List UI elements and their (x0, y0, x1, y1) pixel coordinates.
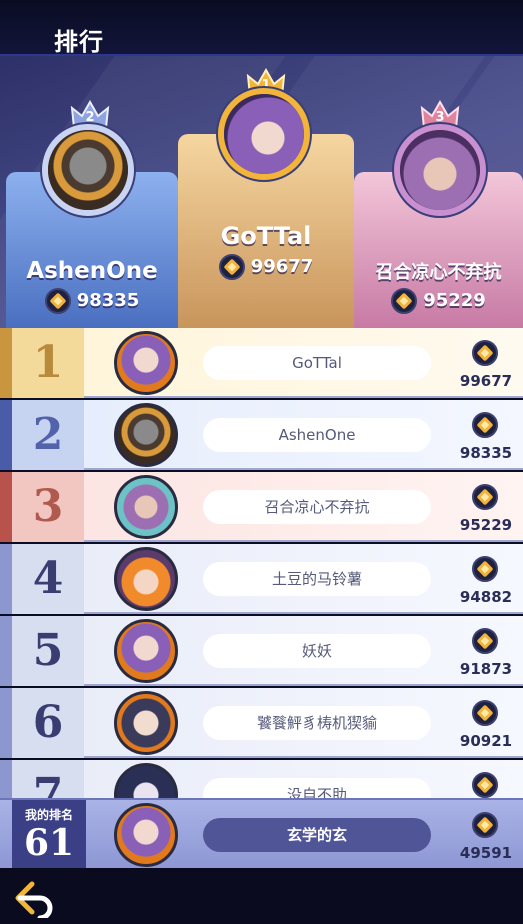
player-score: 94882 (459, 588, 513, 606)
rank-number: 1 (32, 337, 64, 388)
player-score: 99677 (459, 372, 513, 390)
podium-score: 99677 (178, 254, 354, 280)
player-score: 91873 (459, 660, 513, 678)
gem-icon (472, 628, 498, 654)
gem-icon (44, 288, 71, 314)
avatar[interactable] (114, 763, 178, 798)
player-name: 饕餮鮃豸梼机猰貐 (203, 706, 431, 740)
my-score: 49591 (459, 844, 513, 862)
ranking-list[interactable]: 1 GoTTal 99677 2 AshenOne 98335 3 召合凉心不弃… (0, 328, 523, 798)
avatar[interactable] (114, 691, 178, 755)
my-rank-number: 61 (23, 822, 75, 864)
avatar[interactable] (114, 803, 178, 867)
player-name: 召合凉心不弃抗 (203, 490, 431, 524)
gem-icon (472, 772, 498, 798)
my-name: 玄学的玄 (203, 818, 431, 852)
footer-bar (0, 868, 523, 924)
my-rank-bar: 我的排名 61 玄学的玄 49591 (0, 798, 523, 870)
player-name: AshenOne (203, 418, 431, 452)
player-score: 90921 (459, 732, 513, 750)
player-name: 没自不助 (203, 778, 431, 798)
player-score: 98335 (459, 444, 513, 462)
gem-icon (472, 700, 498, 726)
podium-score: 95229 (354, 288, 523, 314)
podium-score: 98335 (6, 288, 178, 314)
podium-name: 召合凉心不弃抗 (375, 262, 502, 283)
table-row[interactable]: 1 GoTTal 99677 (0, 328, 523, 398)
back-arrow-icon[interactable] (12, 878, 58, 921)
podium-panel: 2 AshenOne 98335 1 GoTTal 99677 3 召合凉心不弃… (0, 56, 523, 328)
gem-icon (472, 556, 498, 582)
table-row[interactable]: 7 没自不助 (0, 760, 523, 798)
player-name: 土豆的马铃薯 (203, 562, 431, 596)
table-row[interactable]: 3 召合凉心不弃抗 95229 (0, 472, 523, 542)
top-bar: 排行 (0, 0, 523, 56)
table-row[interactable]: 5 妖妖 91873 (0, 616, 523, 686)
page-title: 排行 (54, 28, 104, 56)
player-score: 95229 (459, 516, 513, 534)
avatar[interactable] (114, 475, 178, 539)
rank-number: 5 (32, 625, 64, 676)
gem-icon (472, 812, 498, 838)
rank-number: 4 (32, 553, 64, 604)
gem-icon (472, 340, 498, 366)
avatar[interactable] (42, 124, 134, 216)
rank-number: 7 (32, 769, 64, 798)
gem-icon (472, 484, 498, 510)
podium-name: AshenOne (26, 258, 158, 284)
table-row[interactable]: 4 土豆的马铃薯 94882 (0, 544, 523, 614)
gem-icon (472, 412, 498, 438)
player-name: GoTTal (203, 346, 431, 380)
rank-number: 6 (32, 697, 64, 748)
player-name: 妖妖 (203, 634, 431, 668)
podium-name: GoTTal (220, 222, 312, 250)
avatar[interactable] (114, 331, 178, 395)
avatar[interactable] (218, 88, 310, 180)
avatar[interactable] (114, 403, 178, 467)
rank-number: 2 (32, 409, 64, 460)
table-row[interactable]: 2 AshenOne 98335 (0, 400, 523, 470)
avatar[interactable] (114, 619, 178, 683)
rank-number: 3 (32, 481, 64, 532)
avatar[interactable] (394, 124, 486, 216)
my-rank-label: 我的排名 (24, 808, 73, 822)
avatar[interactable] (114, 547, 178, 611)
gem-icon (218, 254, 245, 280)
table-row[interactable]: 6 饕餮鮃豸梼机猰貐 90921 (0, 688, 523, 758)
gem-icon (391, 288, 418, 314)
